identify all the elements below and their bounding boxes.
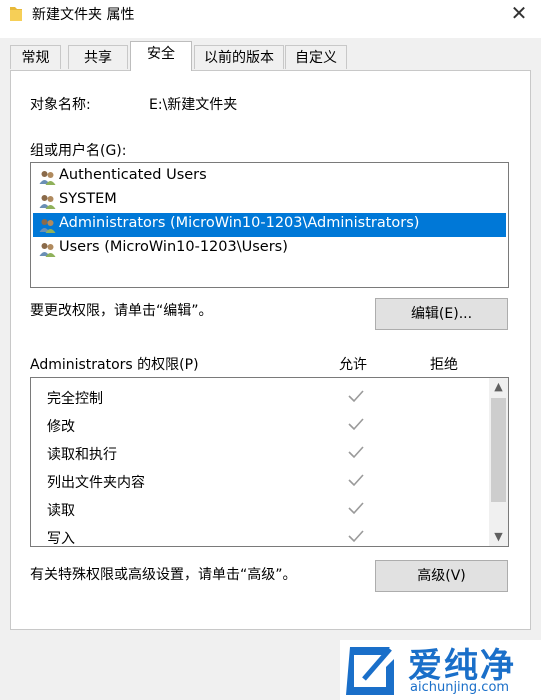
allow-check-icon: [348, 502, 364, 515]
allow-check-icon: [348, 390, 364, 403]
watermark: 爱纯净 aichunjing.com: [340, 640, 541, 700]
permission-name: 读取和执行: [47, 447, 117, 463]
users-icon: [39, 219, 56, 233]
groups-listbox[interactable]: Authenticated Users SYSTEM Administrator…: [30, 162, 509, 288]
close-button[interactable]: ✕: [505, 0, 533, 28]
scroll-up-icon[interactable]: ▲: [489, 378, 508, 396]
tab-general[interactable]: 常规: [10, 45, 61, 69]
deny-header: 拒绝: [430, 357, 458, 373]
folder-icon: [10, 7, 22, 21]
permission-row: 完全控制: [31, 384, 489, 412]
advanced-hint: 有关特殊权限或高级设置，请单击“高级”。: [30, 567, 297, 583]
list-item-selected[interactable]: Administrators (MicroWin10-1203\Administ…: [33, 213, 506, 237]
permission-row: 写入: [31, 524, 489, 547]
allow-check-icon: [348, 446, 364, 459]
permissions-list: 完全控制 修改 读取和执行 列出文件夹内容 读取 写入 ▲ ▼: [30, 377, 509, 547]
title-bar: 新建文件夹 属性 ✕: [0, 0, 541, 30]
tab-sharing[interactable]: 共享: [68, 45, 128, 69]
permission-row: 列出文件夹内容: [31, 468, 489, 496]
permission-name: 读取: [47, 503, 75, 519]
users-icon: [39, 171, 56, 185]
permission-name: 写入: [47, 531, 75, 547]
permission-name: 修改: [47, 419, 75, 435]
vertical-scrollbar[interactable]: ▲ ▼: [489, 378, 508, 546]
advanced-button[interactable]: 高级(V): [375, 560, 508, 592]
permission-row: 读取和执行: [31, 440, 489, 468]
user-name: Authenticated Users: [59, 167, 207, 183]
window-title: 新建文件夹 属性: [32, 7, 135, 23]
allow-check-icon: [348, 530, 364, 543]
allow-check-icon: [348, 474, 364, 487]
close-icon: ✕: [510, 1, 528, 25]
list-item[interactable]: Users (MicroWin10-1203\Users): [33, 237, 506, 261]
scroll-thumb[interactable]: [491, 398, 506, 502]
users-icon: [39, 243, 56, 257]
list-item[interactable]: SYSTEM: [33, 189, 506, 213]
users-icon: [39, 195, 56, 209]
tab-previous-versions[interactable]: 以前的版本: [194, 45, 284, 69]
allow-header: 允许: [339, 357, 367, 373]
watermark-logo-icon: [346, 647, 394, 695]
permission-name: 完全控制: [47, 391, 103, 407]
permission-row: 修改: [31, 412, 489, 440]
object-name-label: 对象名称:: [30, 97, 91, 113]
list-item[interactable]: Authenticated Users: [33, 165, 506, 189]
watermark-url: aichunjing.com: [410, 680, 510, 695]
edit-hint: 要更改权限，请单击“编辑”。: [30, 303, 213, 319]
user-name: SYSTEM: [59, 191, 117, 207]
tab-security[interactable]: 安全: [130, 41, 192, 71]
allow-check-icon: [348, 418, 364, 431]
scroll-down-icon[interactable]: ▼: [489, 528, 508, 546]
user-name: Administrators (MicroWin10-1203\Administ…: [59, 215, 420, 231]
edit-button[interactable]: 编辑(E)...: [375, 298, 508, 330]
user-name: Users (MicroWin10-1203\Users): [59, 239, 288, 255]
permission-row: 读取: [31, 496, 489, 524]
object-name-value: E:\新建文件夹: [149, 97, 238, 113]
tab-customize[interactable]: 自定义: [285, 45, 347, 69]
permission-name: 列出文件夹内容: [47, 475, 145, 491]
groups-label: 组或用户名(G):: [30, 143, 127, 159]
permissions-label: Administrators 的权限(P): [30, 357, 199, 373]
